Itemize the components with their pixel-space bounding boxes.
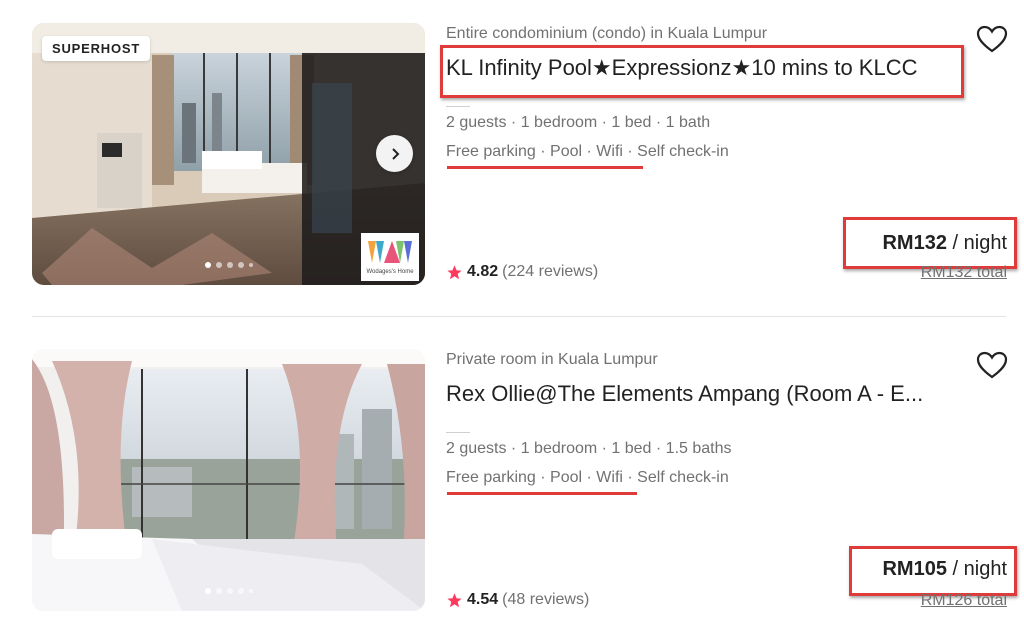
listing-photo[interactable]: SUPERHOST Wodages's Home [32, 23, 425, 285]
pagination-dot [215, 588, 222, 594]
review-count: (224 reviews) [502, 263, 599, 280]
pagination-dot [204, 262, 211, 268]
price-unit: / night [952, 558, 1007, 580]
host-logo-mark [368, 241, 412, 263]
next-photo-button[interactable] [376, 135, 413, 172]
listing-card[interactable]: SUPERHOST Wodages's Home Entire condomin… [0, 0, 1024, 300]
pagination-dot [215, 262, 222, 268]
heart-outline-icon[interactable] [976, 24, 1008, 54]
pagination-dot [204, 588, 211, 594]
listing-title[interactable]: Rex Ollie@The Elements Ampang (Room A - … [446, 381, 923, 407]
rating-score: 4.54 [467, 591, 499, 608]
listing-details: 2 guests · 1 bedroom · 1 bed · 1.5 baths [446, 440, 732, 457]
photo-pagination [204, 262, 253, 268]
listing-photo[interactable] [32, 349, 425, 611]
total-price-link[interactable]: RM126 total [921, 592, 1007, 610]
listing-title[interactable]: KL Infinity Pool★Expressionz★10 mins to … [446, 55, 918, 81]
star-icon [447, 264, 462, 279]
rating: 4.54 (48 reviews) [446, 591, 589, 609]
superhost-badge: SUPERHOST [42, 36, 151, 61]
nightly-price: RM132 / night [882, 232, 1007, 255]
highlight-underline-amenities [447, 166, 643, 169]
heart-outline-icon[interactable] [976, 350, 1008, 380]
price-amount: RM132 [882, 232, 947, 254]
pagination-dot [248, 263, 253, 267]
highlight-underline-amenities [447, 492, 637, 495]
total-price-link[interactable]: RM132 total [921, 264, 1007, 282]
pagination-dot [226, 262, 233, 268]
price-amount: RM105 [882, 558, 947, 580]
listing-amenities: Free parking · Pool · Wifi · Self check-… [446, 143, 729, 160]
rating-score: 4.82 [467, 263, 499, 280]
section-divider [446, 432, 470, 433]
star-icon [447, 592, 462, 607]
pagination-dot [248, 589, 253, 593]
nightly-price: RM105 / night [882, 558, 1007, 581]
pagination-dot [237, 262, 244, 268]
pagination-dot [226, 588, 233, 594]
property-type: Private room in Kuala Lumpur [446, 351, 658, 368]
host-logo: Wodages's Home [361, 233, 419, 281]
listing-amenities: Free parking · Pool · Wifi · Self check-… [446, 469, 729, 486]
property-type: Entire condominium (condo) in Kuala Lump… [446, 25, 768, 42]
listing-details: 2 guests · 1 bedroom · 1 bed · 1 bath [446, 114, 711, 131]
section-divider [446, 106, 470, 107]
listing-card[interactable]: Private room in Kuala Lumpur Rex Ollie@T… [0, 326, 1024, 626]
review-count: (48 reviews) [502, 591, 590, 608]
bedroom-photo [32, 349, 425, 611]
pagination-dot [237, 588, 244, 594]
photo-pagination [204, 588, 253, 594]
chevron-right-icon [391, 147, 399, 160]
price-unit: / night [952, 232, 1007, 254]
host-logo-caption: Wodages's Home [366, 269, 414, 275]
rating: 4.82 (224 reviews) [446, 263, 598, 281]
listing-divider [32, 316, 1006, 317]
